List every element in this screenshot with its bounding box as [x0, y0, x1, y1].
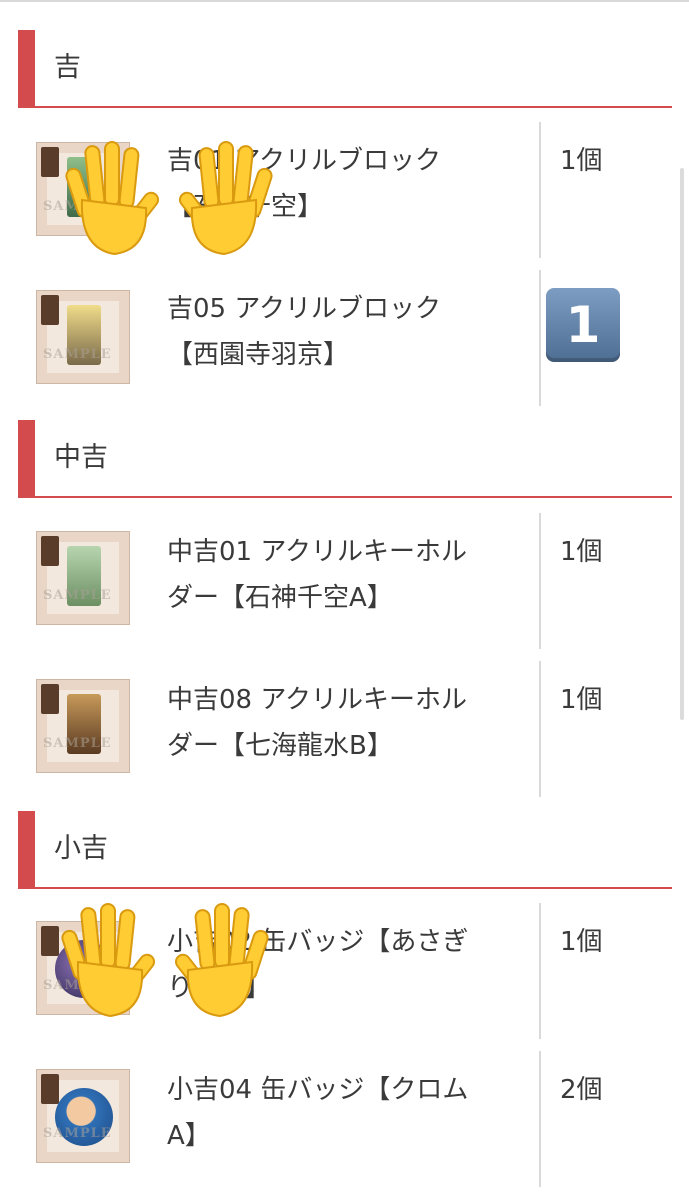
- column-divider: [539, 270, 541, 406]
- thumbnail-watermark: SAMPLE: [43, 347, 112, 362]
- item-thumbnail: SAMPLE: [36, 290, 130, 384]
- raised-hand-emoji-icon: [61, 903, 156, 1018]
- thumbnail-watermark: SAMPLE: [43, 588, 112, 603]
- item-name: 小吉04 缶バッジ【クロム A】: [167, 1075, 469, 1151]
- list-item[interactable]: SAMPLE 中吉08 アクリルキーホル ダー【七海龍水B】 1個: [0, 661, 689, 797]
- raised-hand-emoji-icon: [174, 903, 269, 1018]
- raised-hand-emoji-icon: [178, 141, 273, 256]
- column-divider: [539, 122, 541, 258]
- column-divider: [539, 513, 541, 649]
- item-thumbnail: SAMPLE: [36, 531, 130, 625]
- section-title: 中吉: [54, 442, 108, 473]
- item-name: 中吉01 アクリルキーホル ダー【石神千空A】: [167, 537, 468, 613]
- item-name: 中吉08 アクリルキーホル ダー【七海龍水B】: [167, 685, 468, 761]
- item-quantity: 1個: [560, 537, 603, 567]
- item-quantity: 1個: [560, 146, 603, 176]
- section-accent-bar: [18, 420, 35, 496]
- column-divider: [539, 903, 541, 1039]
- item-quantity: 1個: [560, 927, 603, 957]
- list-item[interactable]: SAMPLE 中吉01 アクリルキーホル ダー【石神千空A】 1個: [0, 513, 689, 649]
- list-item[interactable]: SAMPLE 小吉04 缶バッジ【クロム A】 2個: [0, 1051, 689, 1187]
- section-title: 小吉: [54, 833, 108, 864]
- list-item[interactable]: SAMPLE 吉05 アクリルブロック 【西園寺羽京】 1: [0, 270, 689, 406]
- section-header-shokichi: 小吉: [18, 811, 672, 889]
- keycap-one-emoji-icon: 1: [546, 288, 620, 362]
- thumbnail-watermark: SAMPLE: [43, 1126, 112, 1141]
- top-divider: [0, 0, 689, 2]
- item-quantity: 1個: [560, 685, 603, 715]
- section-header-chukichi: 中吉: [18, 420, 672, 498]
- section-title: 吉: [54, 52, 81, 83]
- section-accent-bar: [18, 811, 35, 887]
- item-thumbnail: SAMPLE: [36, 1069, 130, 1163]
- item-thumbnail: SAMPLE: [36, 679, 130, 773]
- item-quantity: 2個: [560, 1075, 603, 1105]
- section-header-kichi: 吉: [18, 30, 672, 108]
- item-name: 吉05 アクリルブロック 【西園寺羽京】: [167, 294, 442, 370]
- column-divider: [539, 1051, 541, 1187]
- section-accent-bar: [18, 30, 35, 106]
- raised-hand-emoji-icon: [65, 141, 160, 256]
- column-divider: [539, 661, 541, 797]
- thumbnail-watermark: SAMPLE: [43, 736, 112, 751]
